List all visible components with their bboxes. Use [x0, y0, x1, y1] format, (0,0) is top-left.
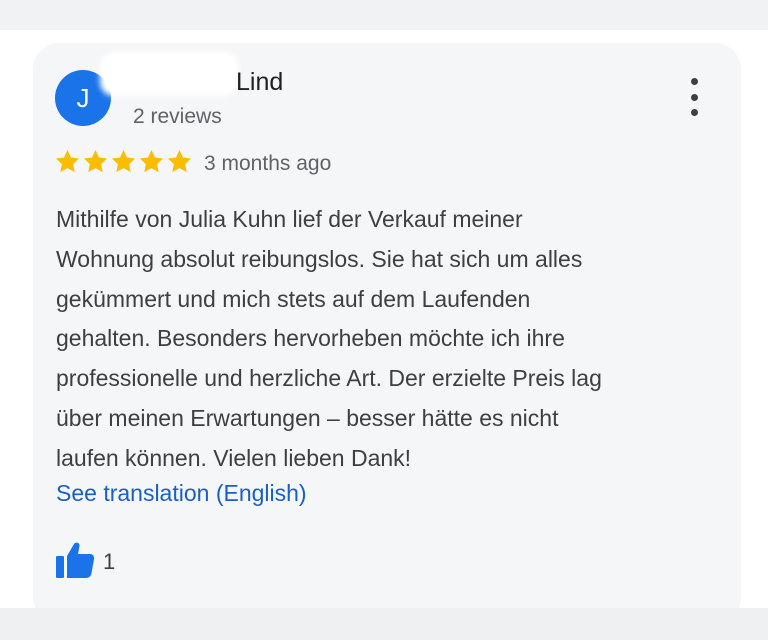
review-text-line: über meinen Erwartungen – besser hätte e…	[56, 404, 559, 431]
bottom-strip	[0, 608, 768, 640]
star-icon	[139, 150, 164, 173]
like-button[interactable]	[55, 541, 95, 579]
review-text: Mithilfe von Julia Kuhn lief der Verkauf…	[56, 200, 726, 479]
like-count: 1	[103, 549, 116, 574]
review-count: 2 reviews	[133, 105, 222, 128]
more-vert-icon-dot	[690, 93, 698, 101]
star-icon	[83, 150, 108, 173]
review-date: 3 months ago	[204, 152, 332, 175]
author-name[interactable]: Lind	[236, 68, 283, 97]
star-icon	[167, 150, 192, 173]
review-text-line: professionelle und herzliche Art. Der er…	[56, 365, 602, 392]
review-text-line: laufen können. Vielen lieben Dank!	[56, 444, 412, 471]
more-vert-icon-dot	[690, 109, 698, 116]
more-options-button[interactable]	[677, 78, 711, 116]
more-vert-icon	[690, 78, 698, 85]
review-text-line: Mithilfe von Julia Kuhn lief der Verkauf…	[56, 206, 523, 232]
see-translation-link[interactable]: See translation (English)	[56, 480, 307, 507]
review-text-line: gehalten. Besonders hervorheben möchte i…	[56, 325, 565, 352]
review-text-line: gekümmert und mich stets auf dem Laufend…	[56, 285, 531, 312]
star-rating	[54, 148, 193, 175]
star-icon	[55, 150, 80, 173]
top-strip	[0, 0, 768, 30]
thumbs-up-icon	[56, 542, 95, 578]
star-icon	[111, 150, 136, 173]
review-text-line: Wohnung absolut reibungslos. Sie hat sic…	[56, 245, 583, 272]
redacted-name-area	[100, 52, 238, 96]
